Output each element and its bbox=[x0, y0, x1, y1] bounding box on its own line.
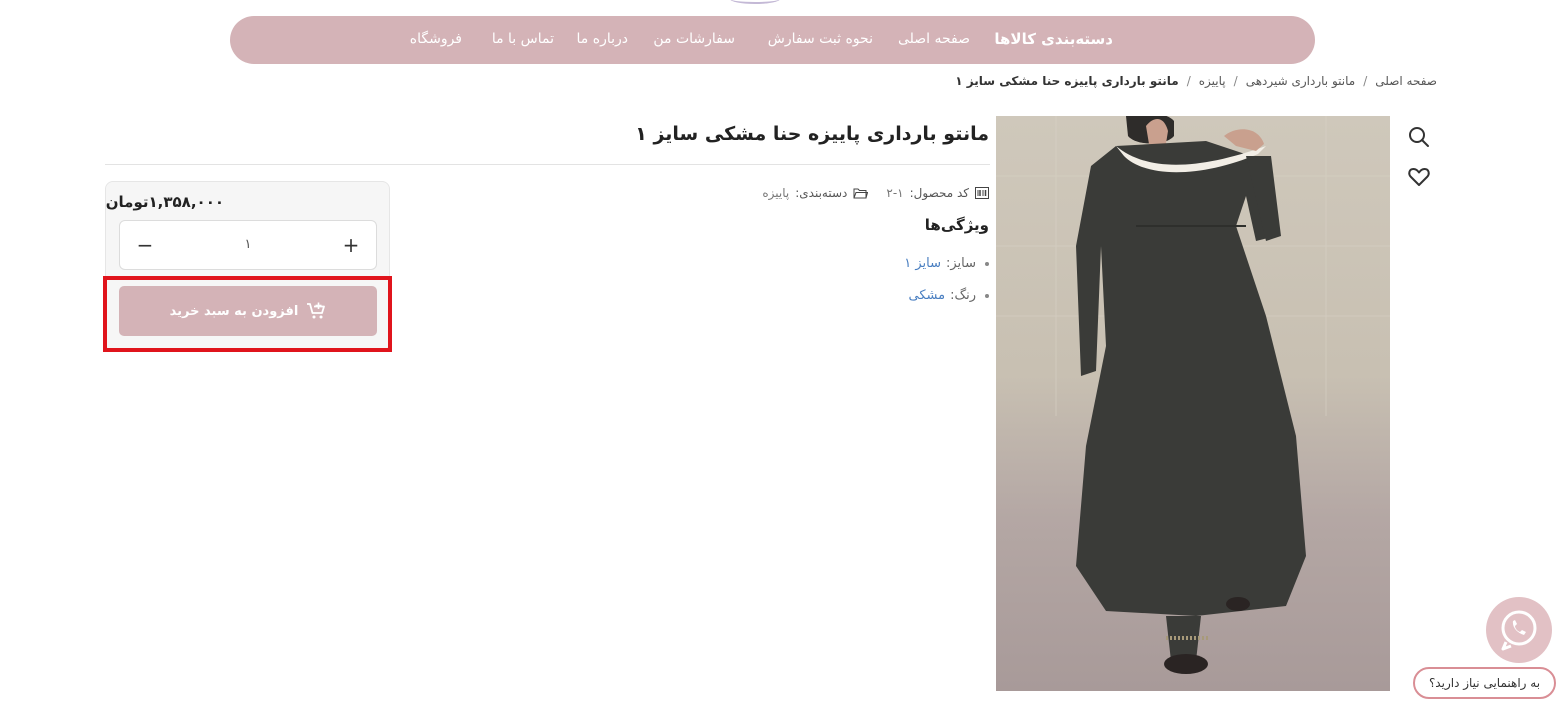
cart-add-icon bbox=[307, 302, 326, 319]
product-price: ۱,۳۵۸,۰۰۰تومان bbox=[105, 193, 224, 211]
quantity-plus-button[interactable]: + bbox=[326, 221, 376, 269]
feature-size: سایز: سایز ۱ bbox=[904, 256, 989, 271]
nav-how-to-order[interactable]: نحوه ثبت سفارش bbox=[768, 16, 873, 64]
quantity-stepper: + ۱ − bbox=[119, 220, 377, 270]
logo-fragment bbox=[730, 0, 780, 4]
main-nav: دسته‌بندی کالاها صفحه اصلی نحوه ثبت سفار… bbox=[230, 16, 1315, 64]
product-category-value[interactable]: پاییزه bbox=[762, 186, 789, 200]
whatsapp-icon bbox=[1501, 610, 1537, 651]
product-image[interactable] bbox=[996, 116, 1390, 691]
feature-color: رنگ: مشکی bbox=[909, 288, 989, 303]
product-code-label: کد محصول: bbox=[909, 186, 969, 200]
nav-shop[interactable]: فروشگاه bbox=[410, 16, 462, 64]
feature-color-value[interactable]: مشکی bbox=[909, 288, 946, 303]
product-code-value: ۲-۱ bbox=[886, 186, 904, 200]
whatsapp-button[interactable] bbox=[1486, 597, 1552, 663]
feature-size-label: سایز: bbox=[945, 256, 976, 271]
search-icon[interactable] bbox=[1406, 124, 1432, 150]
product-title: مانتو بارداری پاییزه حنا مشکی سایز ۱ bbox=[635, 123, 989, 145]
nav-categories[interactable]: دسته‌بندی کالاها bbox=[994, 16, 1113, 64]
nav-contact[interactable]: تماس با ما bbox=[492, 16, 554, 64]
quantity-value[interactable]: ۱ bbox=[170, 221, 326, 269]
feature-color-label: رنگ: bbox=[950, 288, 976, 303]
title-divider bbox=[105, 164, 990, 165]
nav-home[interactable]: صفحه اصلی bbox=[898, 16, 970, 64]
heart-icon[interactable] bbox=[1406, 164, 1432, 190]
help-pill[interactable]: به راهنمایی نیاز دارید؟ bbox=[1413, 667, 1556, 699]
add-to-cart-button[interactable]: افزودن به سبد خرید bbox=[119, 286, 377, 336]
add-to-cart-label: افزودن به سبد خرید bbox=[169, 303, 299, 319]
breadcrumb-current: مانتو بارداری پاییزه حنا مشکی سایز ۱ bbox=[955, 74, 1179, 88]
feature-size-value[interactable]: سایز ۱ bbox=[904, 256, 941, 271]
barcode-icon bbox=[975, 187, 989, 199]
breadcrumb-home[interactable]: صفحه اصلی bbox=[1375, 74, 1437, 88]
breadcrumb: صفحه اصلی/مانتو بارداری شیردهی/پاییزه/ما… bbox=[955, 74, 1437, 88]
nav-my-orders[interactable]: سفارشات من bbox=[653, 16, 735, 64]
breadcrumb-category[interactable]: مانتو بارداری شیردهی bbox=[1246, 74, 1356, 88]
nav-about[interactable]: درباره ما bbox=[577, 16, 628, 64]
quantity-minus-button[interactable]: − bbox=[120, 221, 170, 269]
breadcrumb-season[interactable]: پاییزه bbox=[1199, 74, 1226, 88]
product-meta: کد محصول: ۲-۱ دسته‌بندی: پاییزه bbox=[762, 186, 989, 200]
product-category-label: دسته‌بندی: bbox=[795, 186, 848, 200]
folder-icon bbox=[853, 188, 869, 199]
features-heading: ویژگی‌ها bbox=[924, 216, 989, 234]
